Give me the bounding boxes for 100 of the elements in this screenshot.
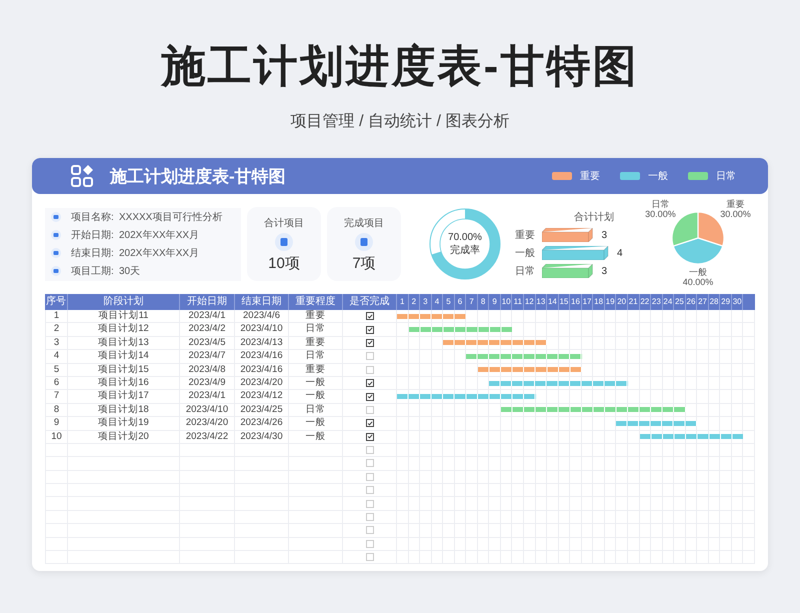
info-label: 项目工期: <box>71 264 115 278</box>
info-icon <box>51 212 61 222</box>
day-header: 10 <box>500 294 512 310</box>
table-cell: 重要 <box>289 364 343 376</box>
stat-label: 合计项目 <box>264 216 304 230</box>
table-cell: 2023/4/20 <box>180 417 235 430</box>
checkbox[interactable] <box>366 326 374 334</box>
table-cell: 项目计划20 <box>68 430 180 443</box>
table-cell: 项目计划14 <box>68 350 180 363</box>
stat-icon <box>355 232 373 250</box>
table-cell: 项目计划15 <box>68 364 180 376</box>
table-cell: 4 <box>45 350 68 363</box>
table-cell: 3 <box>45 336 68 350</box>
checkbox[interactable] <box>366 432 374 441</box>
table-cell: 2023/4/1 <box>180 390 235 403</box>
stat-label: 完成项目 <box>344 216 384 230</box>
table-cell: 日常 <box>289 404 343 416</box>
day-header: 5 <box>443 294 455 310</box>
day-header: 23 <box>651 294 663 310</box>
day-header: 18 <box>593 294 605 310</box>
table-cell: 2023/4/30 <box>235 430 289 443</box>
info-label: 结束日期: <box>71 246 115 260</box>
day-header: 25 <box>674 294 686 310</box>
table-cell: 一般 <box>289 417 343 430</box>
bar-value: 3 <box>602 230 608 240</box>
day-header: 24 <box>662 294 674 310</box>
page-title: 施工计划进度表-甘特图 <box>162 41 638 93</box>
day-header: 12 <box>524 294 536 310</box>
day-header: 4 <box>432 294 444 310</box>
day-header: 8 <box>478 294 490 310</box>
table-cell: 9 <box>45 417 68 430</box>
table-cell: 重要 <box>289 310 343 322</box>
category-label: 日常 <box>515 264 536 278</box>
day-header: 16 <box>570 294 582 310</box>
table-cell: 2 <box>45 323 68 336</box>
card-title: 施工计划进度表-甘特图 <box>110 166 286 188</box>
table-cell: 2023/4/16 <box>235 350 289 363</box>
info-label: 项目名称: <box>71 211 115 224</box>
table-cell: 10 <box>45 430 68 443</box>
table-cell: 2023/4/9 <box>180 376 235 390</box>
table-cell: 2023/4/13 <box>235 336 289 350</box>
completion-ring <box>429 208 501 280</box>
stat-value: 7项 <box>352 254 376 272</box>
checkbox[interactable] <box>366 338 374 347</box>
checkbox[interactable] <box>366 312 374 320</box>
info-value: 202X年XX年XX月 <box>119 247 200 260</box>
pie-label: 重要 30.00% <box>720 199 751 220</box>
table-cell: 一般 <box>289 376 343 390</box>
day-header: 7 <box>466 294 478 310</box>
table-cell: 重要 <box>289 336 343 350</box>
pie-label: 一般 40.00% <box>682 267 714 287</box>
day-header: 21 <box>628 294 640 310</box>
legend-label: 日常 <box>716 170 736 183</box>
checkbox[interactable] <box>366 392 374 401</box>
grid-icon <box>70 164 94 188</box>
info-label: 开始日期: <box>71 228 115 242</box>
table-cell: 项目计划19 <box>68 417 180 430</box>
table-cell: 2023/4/16 <box>235 364 289 376</box>
day-header: 22 <box>640 294 652 310</box>
table-cell: 2023/4/1 <box>180 310 235 322</box>
table-cell: 项目计划11 <box>68 310 180 322</box>
column-header: 重要程度 <box>289 294 343 310</box>
day-header: 15 <box>558 294 570 310</box>
day-header: 29 <box>720 294 732 310</box>
table-cell: 2023/4/22 <box>180 430 235 443</box>
day-header: 13 <box>536 294 548 310</box>
table-cell: 项目计划18 <box>68 404 180 416</box>
table-cell: 2023/4/10 <box>180 404 235 416</box>
table-cell: 一般 <box>289 390 343 403</box>
table-cell: 项目计划13 <box>68 336 180 350</box>
table-cell: 2023/4/8 <box>180 364 235 376</box>
table-cell: 2023/4/20 <box>235 376 289 390</box>
day-header: 6 <box>454 294 466 310</box>
info-icon <box>51 230 61 240</box>
info-value: XXXXX项目可行性分析 <box>119 210 222 224</box>
day-header: 14 <box>547 294 559 310</box>
table-cell: 项目计划16 <box>68 376 180 390</box>
day-header: 27 <box>697 294 709 310</box>
table-cell: 日常 <box>289 350 343 363</box>
table-cell: 2023/4/25 <box>235 404 289 416</box>
table-cell: 1 <box>45 310 68 322</box>
table-cell: 6 <box>45 376 68 390</box>
info-value: 202X年XX年XX月 <box>119 229 200 242</box>
column-header: 阶段计划 <box>68 294 180 310</box>
day-header: 30 <box>732 294 744 310</box>
table-cell: 2023/4/12 <box>235 390 289 403</box>
table-cell: 2023/4/10 <box>235 323 289 336</box>
bar-value: 3 <box>602 266 608 276</box>
table-cell: 日常 <box>289 323 343 336</box>
day-header: 20 <box>616 294 628 310</box>
chart-title: 合计计划 <box>574 210 614 224</box>
completion-reading: 70.00% <box>448 232 482 242</box>
page-subtitle: 项目管理 / 自动统计 / 图表分析 <box>290 112 510 132</box>
table-cell: 2023/4/5 <box>180 336 235 350</box>
legend-label: 重要 <box>580 170 600 183</box>
checkbox[interactable] <box>366 419 374 428</box>
table-cell: 5 <box>45 364 68 376</box>
table-cell: 7 <box>45 390 68 403</box>
category-label: 一般 <box>515 247 536 260</box>
checkbox[interactable] <box>366 379 374 388</box>
